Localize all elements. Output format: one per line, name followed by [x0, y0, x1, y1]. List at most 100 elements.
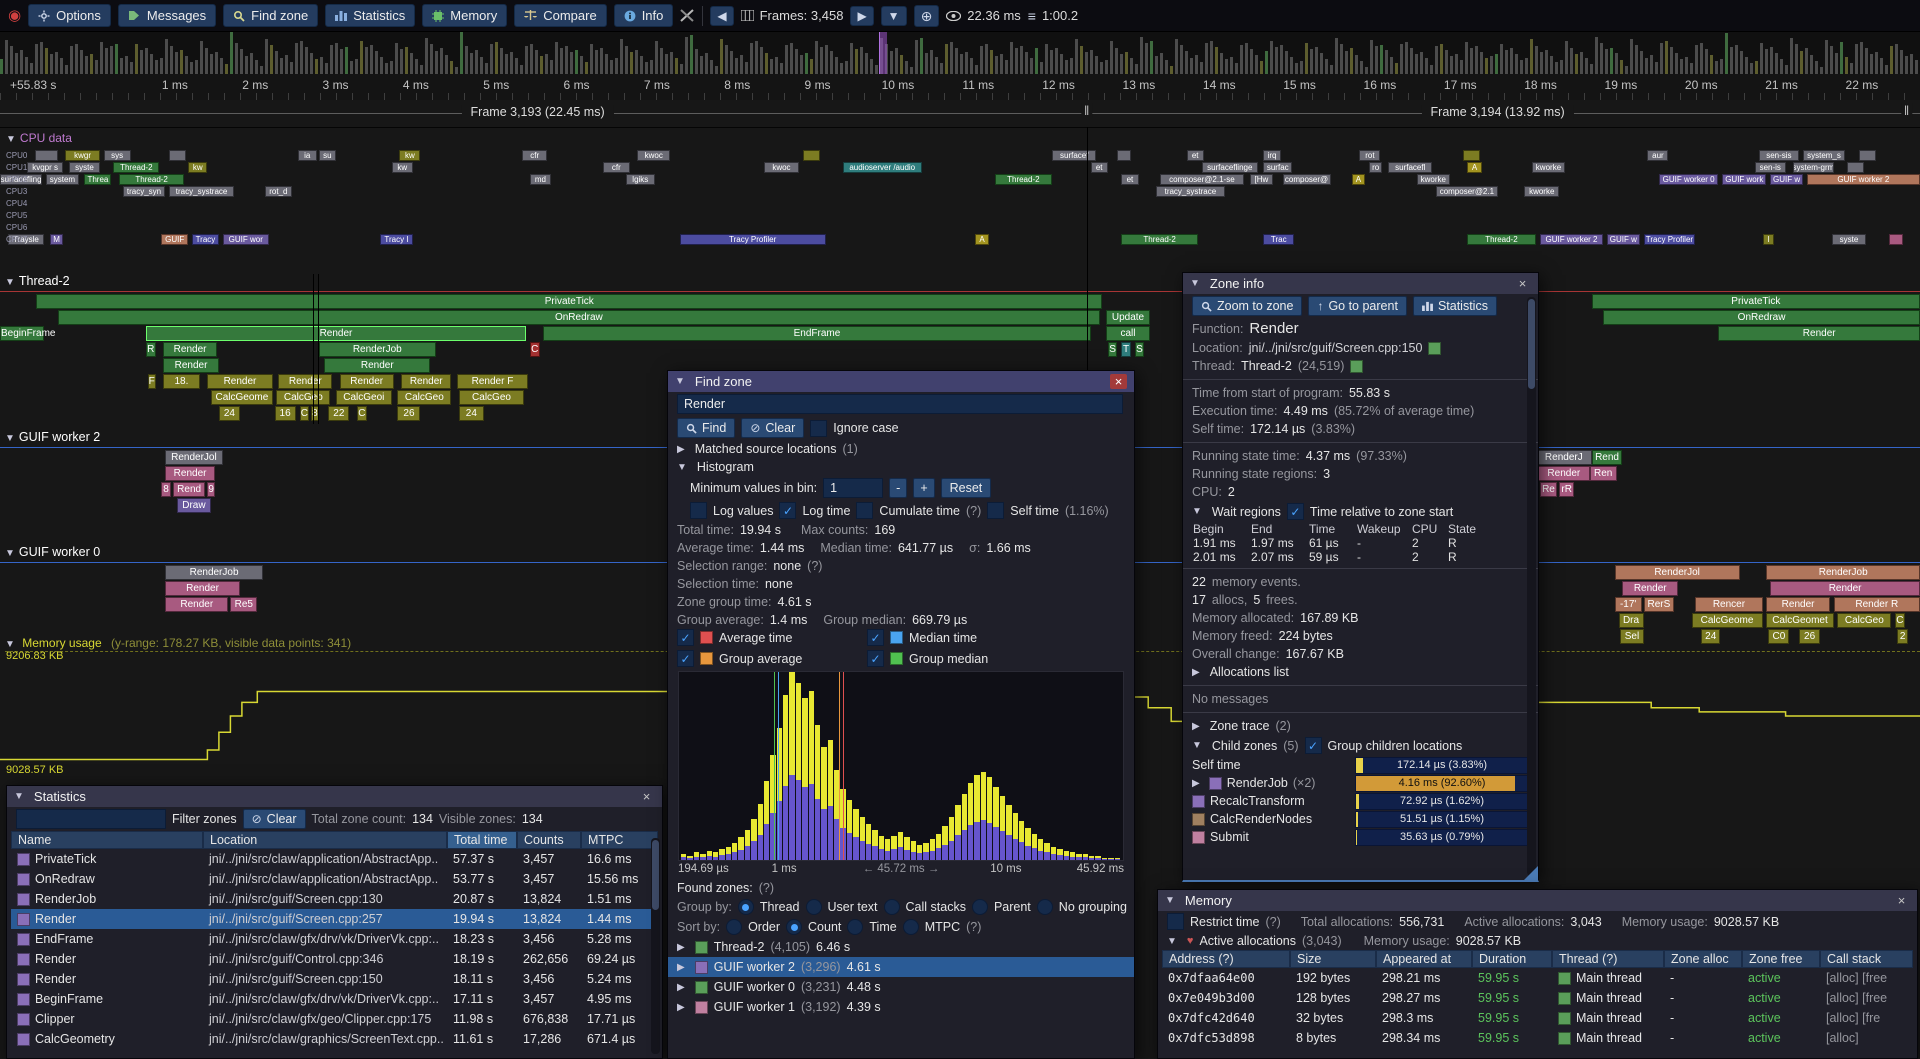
- go-to-parent-button[interactable]: ↑Go to parent: [1308, 296, 1407, 316]
- cpu-zone[interactable]: [169, 150, 186, 161]
- timeline-zone[interactable]: Render: [1718, 326, 1920, 341]
- memory-table-row[interactable]: 0x7dfaa64e00192 bytes298.21 ms59.95 sMai…: [1162, 968, 1913, 988]
- tools-icon[interactable]: [680, 9, 695, 22]
- wait-column-header[interactable]: Wakeup: [1357, 522, 1412, 536]
- find-clear-button[interactable]: ⊘Clear: [741, 418, 804, 438]
- close-icon[interactable]: ×: [1514, 276, 1531, 291]
- cpu-zone[interactable]: M: [50, 234, 63, 245]
- timeline-zone[interactable]: 26: [397, 406, 420, 421]
- memory-table-row[interactable]: 0x7e049b3d00128 bytes298.27 ms59.95 sMai…: [1162, 988, 1913, 1008]
- timeline-zone[interactable]: Render: [165, 466, 215, 481]
- cpu-zone[interactable]: GUIF worker 2: [1807, 174, 1920, 185]
- timeline-zone[interactable]: PrivateTick: [36, 294, 1102, 309]
- log-values-checkbox[interactable]: [690, 502, 707, 519]
- resize-grip[interactable]: [1524, 866, 1538, 880]
- close-icon[interactable]: ×: [1893, 893, 1910, 908]
- found-zone-group-row[interactable]: ▶GUIF worker 0(3,231)4.48 s: [668, 977, 1134, 997]
- legend-item[interactable]: Group average: [677, 650, 867, 667]
- group-by-radio[interactable]: [806, 899, 822, 915]
- power-icon[interactable]: ◉: [8, 8, 21, 23]
- timeline-zone[interactable]: Render: [165, 581, 240, 596]
- wait-regions-section[interactable]: ▼Wait regionsTime relative to zone start: [1183, 501, 1538, 522]
- cpu-zone[interactable]: et: [1187, 150, 1204, 161]
- sort-by-radio[interactable]: [903, 919, 919, 935]
- stats-table-row[interactable]: PrivateTickjni/../jni/src/claw/applicati…: [11, 849, 658, 869]
- find-button[interactable]: Find: [677, 418, 735, 438]
- stats-table-row[interactable]: Renderjni/../jni/src/guif/Screen.cpp:150…: [11, 969, 658, 989]
- timeline-zone[interactable]: call: [1106, 326, 1150, 341]
- memory-table-row[interactable]: 0x7dfc42d64032 bytes298.3 ms59.95 sMain …: [1162, 1008, 1913, 1028]
- timeline-zone[interactable]: C: [300, 406, 310, 421]
- timeline-zone[interactable]: 24: [219, 406, 240, 421]
- stats-table-row[interactable]: CalcGeometryjni/../jni/src/claw/graphics…: [11, 1029, 658, 1049]
- timeline-zone[interactable]: Render: [165, 597, 228, 612]
- sort-by-radio[interactable]: [847, 919, 863, 935]
- self-time-checkbox[interactable]: [987, 502, 1004, 519]
- child-zone-row[interactable]: CalcRenderNodes51.51 µs (1.15%): [1183, 810, 1538, 828]
- child-zone-row[interactable]: RecalcTransform72.92 µs (1.62%): [1183, 792, 1538, 810]
- timeline-zone[interactable]: Re5: [230, 597, 257, 612]
- stats-table-row[interactable]: RenderJobjni/../jni/src/guif/Screen.cpp:…: [11, 889, 658, 909]
- statistics-window-titlebar[interactable]: ▼ Statistics ×: [7, 786, 662, 807]
- wait-region-row[interactable]: 1.91 ms1.97 ms61 µs-2R: [1183, 536, 1538, 550]
- restrict-time-checkbox[interactable]: [1167, 913, 1184, 930]
- find-zone-search-input[interactable]: [677, 394, 1123, 414]
- cpu-zone[interactable]: composer@: [1283, 174, 1331, 185]
- zoom-out-button[interactable]: ▼: [881, 6, 907, 26]
- timeline-zone[interactable]: 8: [161, 482, 171, 497]
- collapse-icon[interactable]: ▼: [1190, 278, 1200, 289]
- cpu-zone[interactable]: cfr: [522, 150, 547, 161]
- group-by-radio[interactable]: [884, 899, 900, 915]
- child-zone-row[interactable]: Submit35.63 µs (0.79%): [1183, 828, 1538, 846]
- stats-column-header[interactable]: Total time: [447, 831, 517, 849]
- cpu-zone[interactable]: Tracy Profiler: [1644, 234, 1696, 245]
- timeline-zone[interactable]: rR: [1559, 482, 1574, 497]
- memory-column-header[interactable]: Address (?): [1162, 950, 1290, 968]
- collapse-icon[interactable]: ▼: [1165, 895, 1175, 906]
- legend-item[interactable]: Group median: [867, 650, 1057, 667]
- legend-item[interactable]: Median time: [867, 629, 1057, 646]
- cpu-zone[interactable]: surfacefl: [1388, 162, 1432, 173]
- time-ruler[interactable]: +55.83 s 1 ms2 ms3 ms4 ms5 ms6 ms7 ms8 m…: [0, 74, 1920, 101]
- timeline-zone[interactable]: RerS: [1644, 597, 1675, 612]
- timeline-zone[interactable]: Update: [1106, 310, 1150, 325]
- cpu-zone[interactable]: surfac: [1263, 162, 1292, 173]
- timeline-zone[interactable]: Render: [324, 358, 430, 373]
- timeline-zone[interactable]: Dra: [1619, 613, 1644, 628]
- log-time-checkbox[interactable]: [779, 502, 796, 519]
- cpu-zone[interactable]: kw: [392, 162, 413, 173]
- stats-table-row[interactable]: BeginFramejni/../jni/src/claw/gfx/drv/vk…: [11, 989, 658, 1009]
- cpu-zone[interactable]: et: [1121, 174, 1138, 185]
- cpu-zone[interactable]: ia: [298, 150, 317, 161]
- cpu-zone[interactable]: kworke: [1532, 162, 1565, 173]
- timeline-zone[interactable]: CalcGeome: [211, 390, 272, 405]
- zone-info-window-titlebar[interactable]: ▼ Zone info ×: [1183, 273, 1538, 294]
- frame-minimap[interactable]: [0, 32, 1920, 75]
- info-button[interactable]: Info: [614, 4, 674, 27]
- crosshair-button[interactable]: ⊕: [914, 5, 940, 27]
- cpu-zone[interactable]: [1117, 150, 1130, 161]
- cpu-zone[interactable]: A: [975, 234, 988, 245]
- timeline-zone[interactable]: OnRedraw: [58, 310, 1101, 325]
- timeline-zone[interactable]: Render: [207, 374, 272, 389]
- timeline-zone[interactable]: CalcGeo: [459, 390, 524, 405]
- cpu-zone[interactable]: Thread-2: [1467, 234, 1536, 245]
- cpu-zone[interactable]: irq: [1263, 150, 1280, 161]
- timeline-zone[interactable]: T: [1121, 342, 1131, 357]
- cpu-zone[interactable]: su: [319, 150, 336, 161]
- compare-button[interactable]: Compare: [514, 4, 606, 27]
- filter-zones-input[interactable]: [16, 809, 166, 829]
- find-zone-button[interactable]: Find zone: [223, 4, 318, 27]
- cpu-zone[interactable]: kwoc: [764, 162, 799, 173]
- cpu-zone[interactable]: Thread-2: [995, 174, 1053, 185]
- messages-button[interactable]: Messages: [118, 4, 216, 27]
- cpu-zone[interactable]: kw: [399, 150, 420, 161]
- timeline-zone[interactable]: CalcGeoi: [336, 390, 392, 405]
- cpu-zone[interactable]: et: [1091, 162, 1108, 173]
- wait-column-header[interactable]: Begin: [1193, 522, 1251, 536]
- timeline-zone[interactable]: S: [1108, 342, 1118, 357]
- timeline-zone[interactable]: CalcGeo: [1837, 613, 1891, 628]
- timeline-zone[interactable]: S: [1135, 342, 1145, 357]
- group-children-checkbox[interactable]: [1305, 737, 1322, 754]
- next-frame-button[interactable]: ▶: [850, 6, 873, 26]
